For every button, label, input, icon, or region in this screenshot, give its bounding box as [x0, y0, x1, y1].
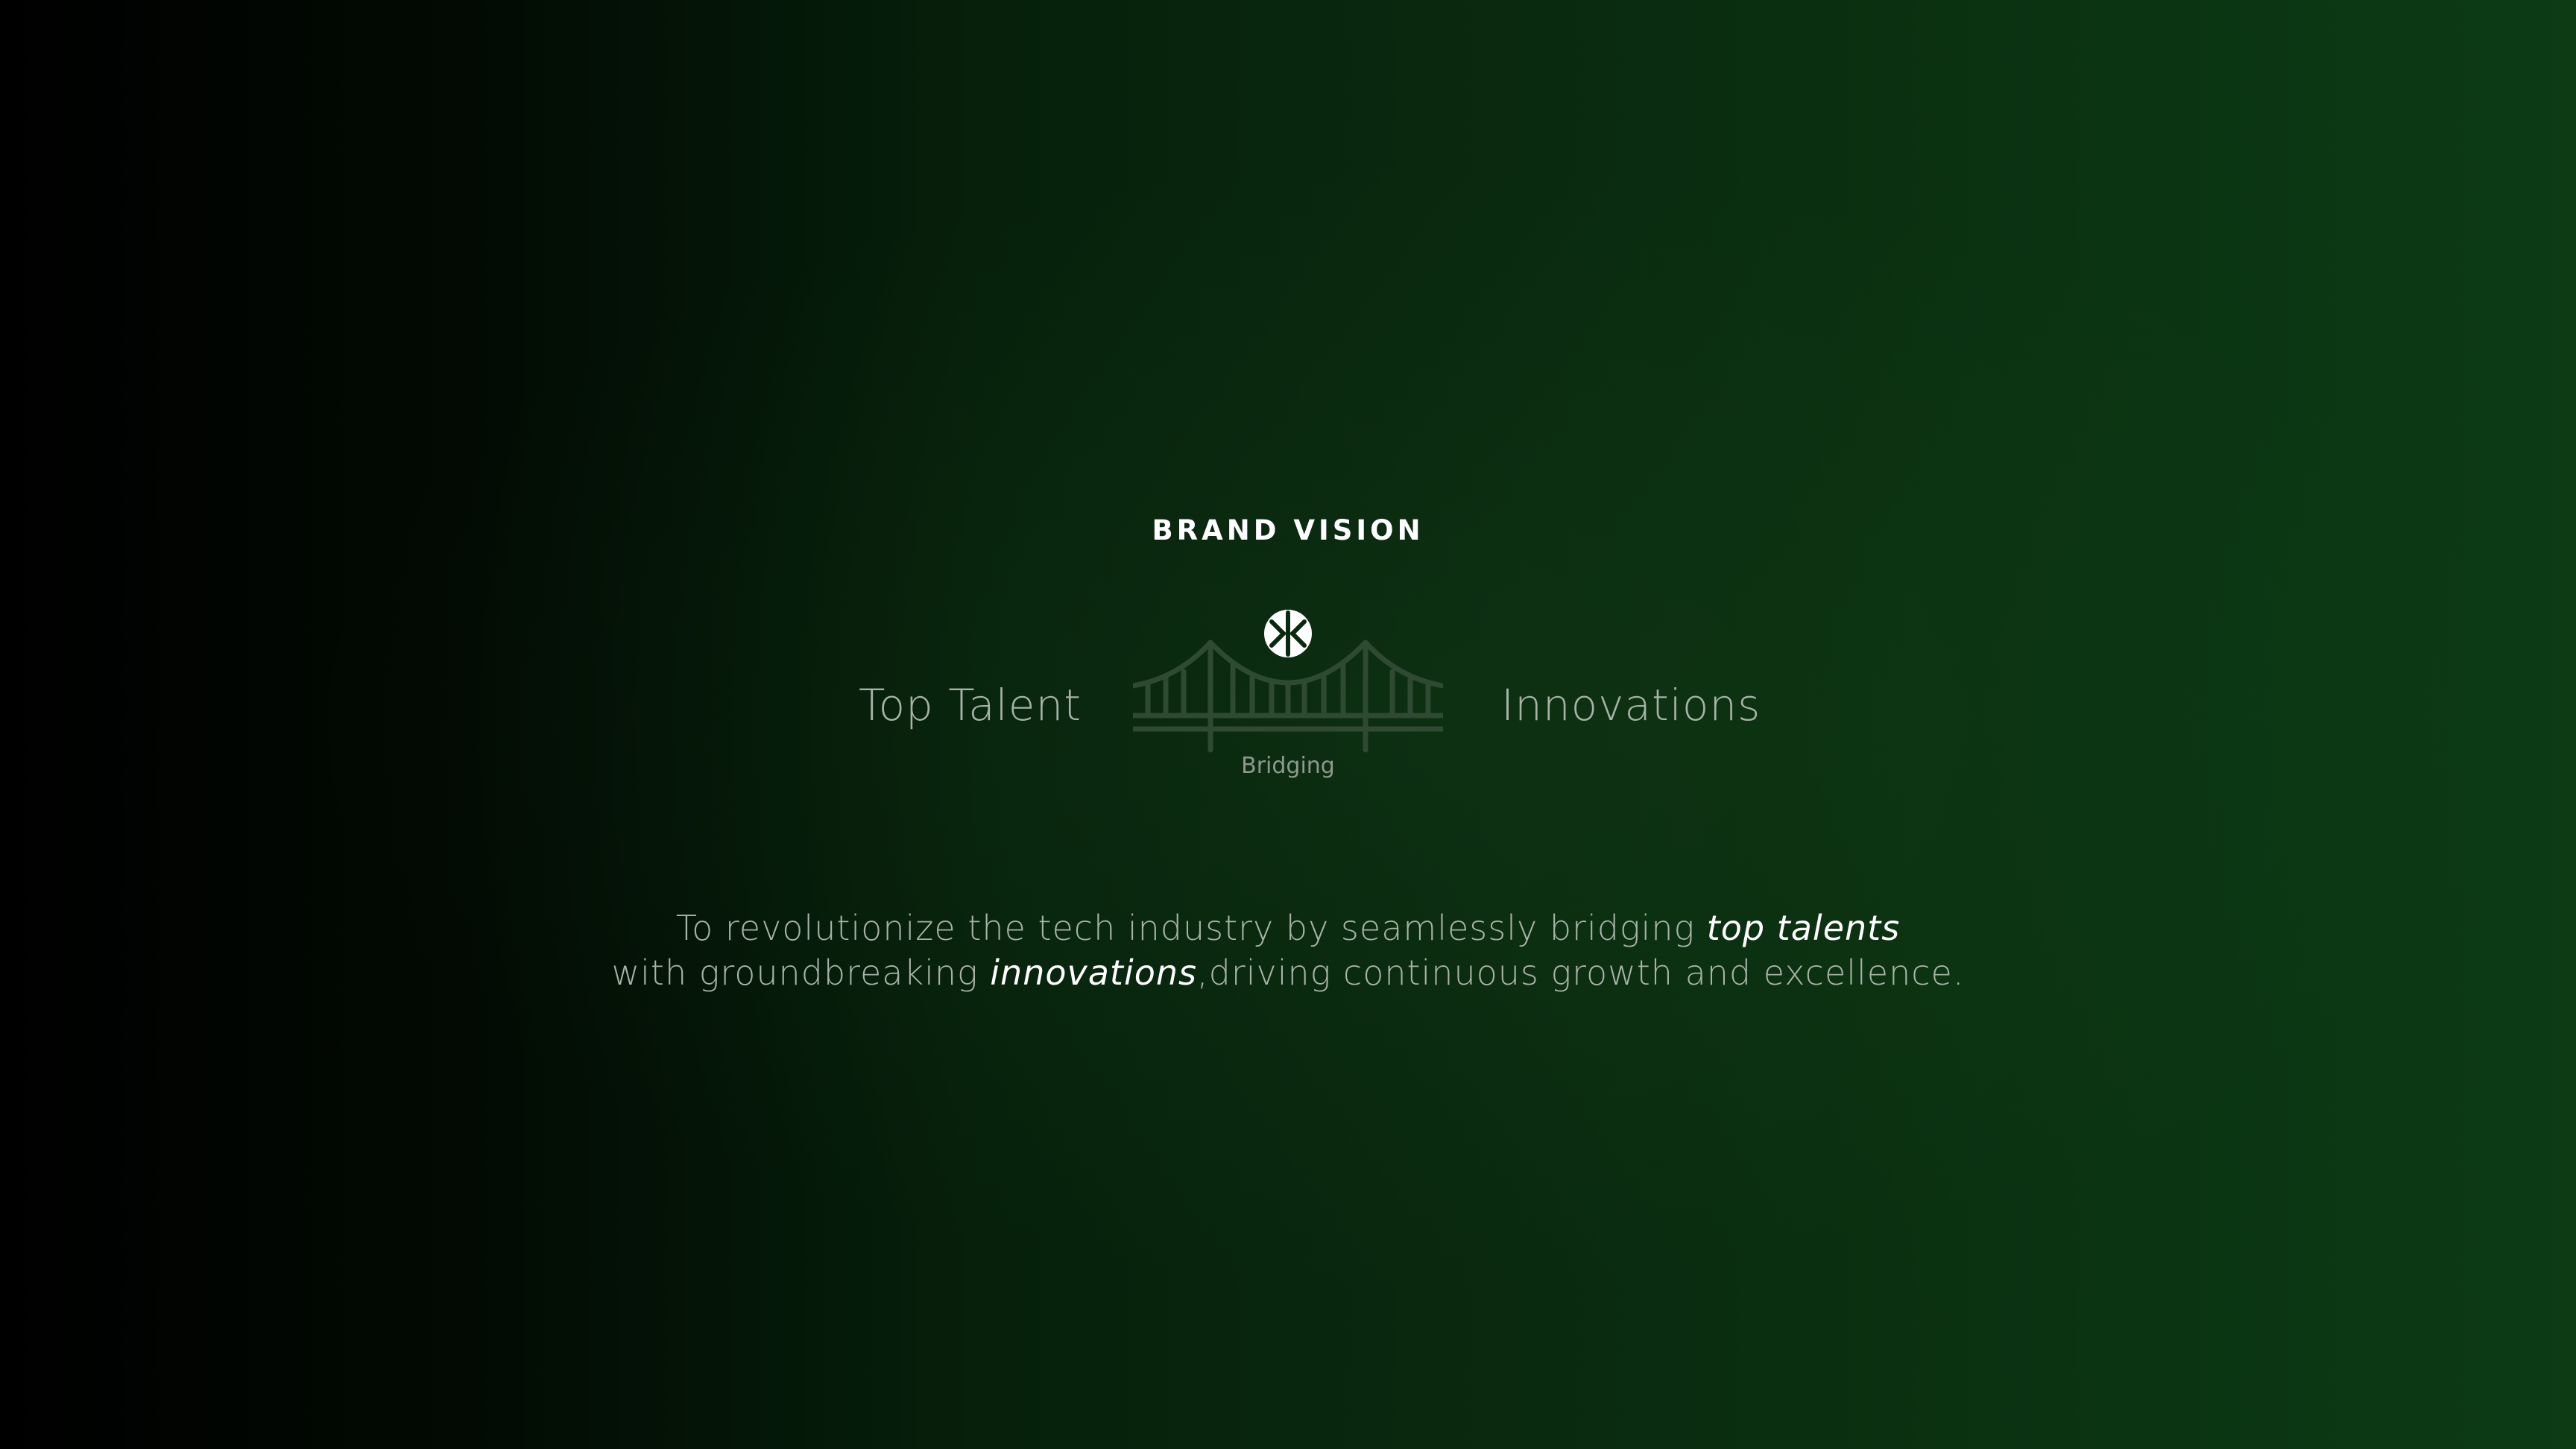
- statement-text: ,driving continuous growth and excellenc…: [1197, 953, 1965, 993]
- statement-line-1: To revolutionize the tech industry by se…: [0, 906, 2576, 950]
- statement-text: with groundbreaking: [611, 953, 991, 993]
- statement-line-2: with groundbreaking innovations,driving …: [0, 950, 2576, 995]
- innovations-label: Innovations: [1501, 680, 1761, 730]
- page-title: BRAND VISION: [1152, 514, 1424, 546]
- statement-emphasis-top-talents: top talents: [1706, 908, 1901, 948]
- statement-emphasis-innovations: innovations: [990, 953, 1197, 993]
- vision-statement: To revolutionize the tech industry by se…: [0, 906, 2576, 995]
- brand-logo-icon: [1264, 610, 1312, 657]
- statement-text: To revolutionize the tech industry by se…: [675, 908, 1707, 948]
- bridging-caption: Bridging: [1241, 753, 1335, 779]
- top-talent-label: Top Talent: [859, 680, 1082, 730]
